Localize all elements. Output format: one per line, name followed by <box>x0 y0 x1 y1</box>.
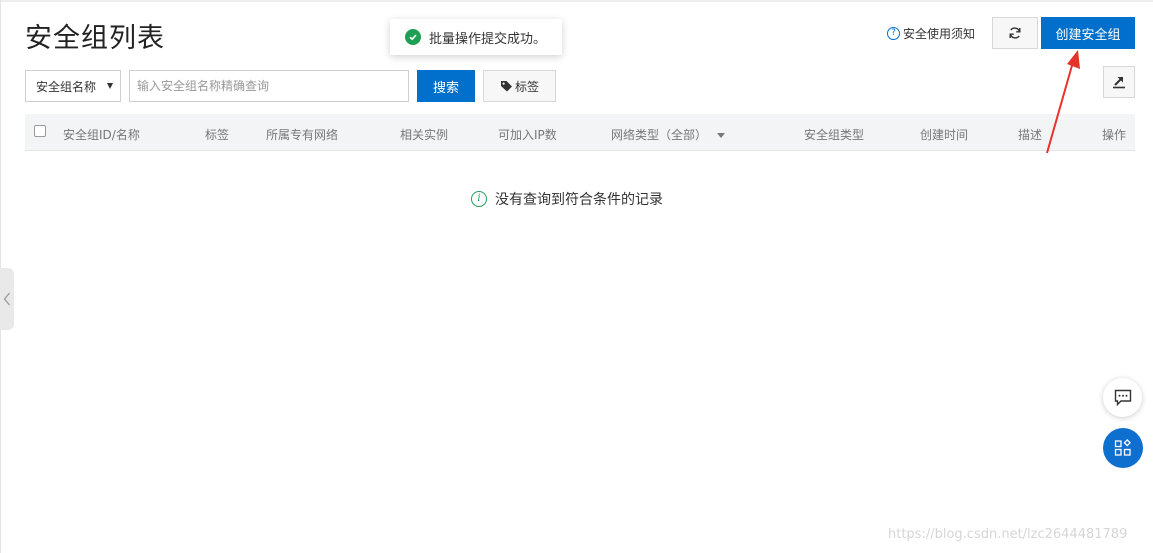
chat-button[interactable] <box>1103 378 1142 417</box>
filter-field-select[interactable]: 安全组名称 <box>25 70 121 102</box>
apps-button[interactable] <box>1103 428 1143 468</box>
column-header-actions: 操作 <box>1102 128 1127 142</box>
column-header-description: 描述 <box>1018 128 1043 142</box>
empty-state-message: 没有查询到符合条件的记录 <box>495 192 663 208</box>
chat-icon <box>1114 389 1131 406</box>
security-notice-label: 安全使用须知 <box>903 27 976 41</box>
export-button[interactable] <box>1103 66 1135 98</box>
search-input[interactable] <box>129 70 409 102</box>
caret-down-icon <box>717 133 726 138</box>
tag-filter-button[interactable]: 标签 <box>483 70 556 102</box>
column-header-id-name: 安全组ID/名称 <box>63 128 140 142</box>
apps-icon <box>1114 439 1132 456</box>
refresh-button[interactable] <box>992 17 1038 49</box>
watermark: https://blog.csdn.net/lzc2644481789 <box>888 527 1128 542</box>
tag-filter-label: 标签 <box>514 79 539 94</box>
success-toast: 批量操作提交成功。 <box>390 19 562 55</box>
column-header-network-type[interactable]: 网络类型（全部） <box>611 126 726 143</box>
export-icon <box>1113 76 1125 89</box>
sidebar-collapse-handle[interactable] <box>0 268 14 330</box>
security-notice-link[interactable]: ? 安全使用须知 <box>887 25 975 42</box>
refresh-icon <box>1009 27 1021 39</box>
tag-icon <box>500 81 512 92</box>
table-header: 安全组ID/名称 标签 所属专有网络 相关实例 可加入IP数 网络类型（全部） … <box>25 114 1135 151</box>
search-button[interactable]: 搜索 <box>417 70 475 102</box>
network-type-filter-label: 网络类型（全部） <box>611 128 708 142</box>
info-icon: i <box>471 191 487 207</box>
column-header-ip-capacity: 可加入IP数 <box>498 128 557 142</box>
column-header-group-type: 安全组类型 <box>804 128 865 142</box>
column-header-instances: 相关实例 <box>400 128 449 142</box>
annotation-arrow <box>1046 50 1080 154</box>
page-title: 安全组列表 <box>25 23 165 54</box>
check-circle-icon <box>405 29 421 45</box>
top-divider <box>0 0 1153 2</box>
select-all-checkbox[interactable] <box>34 125 46 137</box>
column-header-tags: 标签 <box>205 128 230 142</box>
empty-state: i 没有查询到符合条件的记录 <box>471 189 663 209</box>
column-header-vpc: 所属专有网络 <box>266 128 339 142</box>
toast-message: 批量操作提交成功。 <box>429 31 547 47</box>
chevron-left-icon <box>3 292 10 306</box>
filter-field-value: 安全组名称 <box>36 79 97 94</box>
help-icon: ? <box>887 27 900 40</box>
column-header-created-time: 创建时间 <box>920 128 969 142</box>
caret-down-icon <box>107 83 113 89</box>
